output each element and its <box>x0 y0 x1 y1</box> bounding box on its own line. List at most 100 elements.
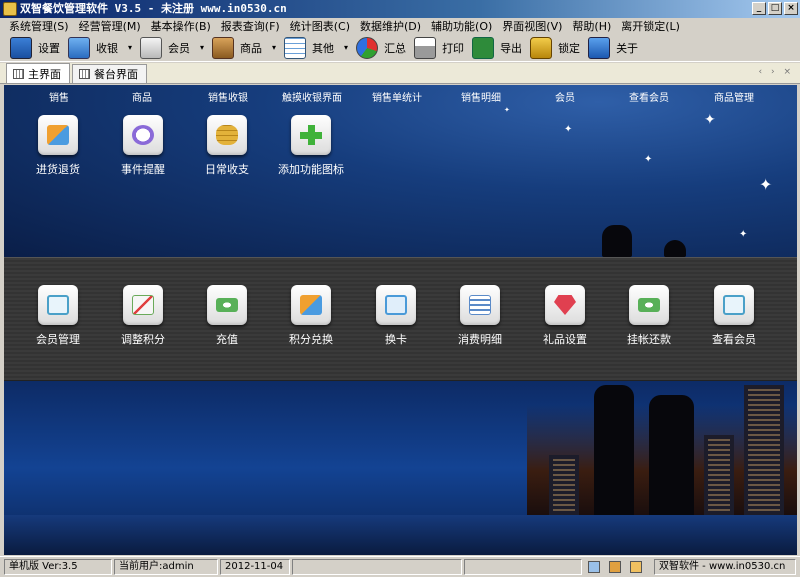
chart-icon <box>132 295 154 315</box>
chevron-down-icon[interactable]: ▾ <box>344 43 348 52</box>
launcher-label: 消费明细 <box>458 333 502 346</box>
launcher-button[interactable] <box>460 285 500 325</box>
launcher-event-reminder[interactable]: 事件提醒 <box>98 115 188 177</box>
quick-link-sales[interactable]: 销售 <box>49 89 69 104</box>
launcher-consumption-detail[interactable]: 消费明细 <box>435 285 525 347</box>
menu-reports[interactable]: 报表查询(F) <box>216 18 285 34</box>
star-decoration: ✦ <box>644 154 653 165</box>
boxes-icon <box>47 125 69 145</box>
app-icon <box>3 2 17 16</box>
launcher-adjust-points[interactable]: 调整积分 <box>98 285 188 347</box>
money-icon <box>638 298 660 312</box>
quick-link-member[interactable]: 会员 <box>555 89 575 104</box>
launcher-button[interactable] <box>376 285 416 325</box>
launcher-button[interactable] <box>207 115 247 155</box>
status-brand: 双智软件 - www.in0530.cn <box>654 559 796 575</box>
launcher-button[interactable] <box>291 115 331 155</box>
launcher-daily-income-expense[interactable]: 日常收支 <box>182 115 272 177</box>
quick-link-sales-cashier[interactable]: 销售收银 <box>208 89 248 104</box>
window-title: 双智餐饮管理软件 V3.5 - 未注册 www.in0530.cn <box>20 2 287 15</box>
status-user: 当前用户:admin <box>114 559 218 575</box>
launcher-button[interactable] <box>714 285 754 325</box>
goods-button[interactable]: 商品 ▾ <box>208 35 280 61</box>
launcher-purchase-return[interactable]: 进货退货 <box>13 115 103 177</box>
star-decoration: ✦ <box>739 229 748 240</box>
quick-link-touch-cashier[interactable]: 触摸收银界面 <box>282 89 342 104</box>
status-edition: 单机版 Ver:3.5 <box>4 559 112 575</box>
export-button[interactable]: 导出 <box>468 35 526 61</box>
launcher-change-card[interactable]: 换卡 <box>351 285 441 347</box>
launcher-label: 调整积分 <box>121 333 165 346</box>
id-card-icon <box>385 295 407 315</box>
lock-button[interactable]: 锁定 <box>526 35 584 61</box>
picture-icon[interactable] <box>588 561 600 573</box>
silhouette-decoration <box>602 225 632 257</box>
menu-system[interactable]: 系统管理(S) <box>4 18 74 34</box>
launcher-button[interactable] <box>38 285 78 325</box>
member-card-icon <box>47 295 69 315</box>
launcher-button[interactable] <box>207 285 247 325</box>
menu-help[interactable]: 帮助(H) <box>567 18 616 34</box>
summary-button[interactable]: 汇总 <box>352 35 410 61</box>
menu-tools[interactable]: 辅助功能(O) <box>426 18 497 34</box>
toolbar: 设置 收银 ▾ 会员 ▾ 商品 ▾ 其他 ▾ 汇总 打印 导出 锁定 关于 <box>0 34 800 62</box>
settings-button[interactable]: 设置 <box>6 35 64 61</box>
launcher-button[interactable] <box>123 285 163 325</box>
menu-operations[interactable]: 经营管理(M) <box>74 18 146 34</box>
printer-icon <box>414 36 437 59</box>
tab-main[interactable]: 主界面 <box>6 63 70 83</box>
menu-data[interactable]: 数据维护(D) <box>355 18 426 34</box>
member-label: 会员 <box>168 41 191 55</box>
menu-view[interactable]: 界面视图(V) <box>497 18 567 34</box>
launcher-button[interactable] <box>629 285 669 325</box>
quick-link-sales-detail[interactable]: 销售明细 <box>461 89 501 104</box>
silhouette-decoration <box>664 240 686 257</box>
export-label: 导出 <box>500 41 523 55</box>
close-button[interactable]: × <box>784 2 798 15</box>
launcher-button[interactable] <box>123 115 163 155</box>
launcher-label: 积分兑换 <box>289 333 333 346</box>
quick-link-goods[interactable]: 商品 <box>132 89 152 104</box>
users-icon[interactable] <box>609 561 621 573</box>
main-panel: ✦ ✦ ✦ ✦ ✦ ✦ 销售 商品 销售收银 触摸收银界面 销售单统计 销售明细… <box>4 85 797 555</box>
other-button[interactable]: 其他 ▾ <box>280 35 352 61</box>
launcher-gift-settings[interactable]: 礼品设置 <box>520 285 610 347</box>
grid-icon <box>79 69 90 79</box>
menu-lock[interactable]: 离开锁定(L) <box>616 18 685 34</box>
building-decoration <box>704 435 734 515</box>
launcher-button[interactable] <box>291 285 331 325</box>
quick-link-sales-stats[interactable]: 销售单统计 <box>372 89 422 104</box>
maximize-button[interactable]: □ <box>768 2 782 15</box>
tab-tables[interactable]: 餐台界面 <box>72 64 147 83</box>
launcher-member-manage[interactable]: 会员管理 <box>13 285 103 347</box>
chevron-down-icon[interactable]: ▾ <box>200 43 204 52</box>
register-icon <box>68 36 90 59</box>
menu-charts[interactable]: 统计图表(C) <box>285 18 355 34</box>
about-button[interactable]: 关于 <box>584 35 642 61</box>
print-button[interactable]: 打印 <box>410 35 468 61</box>
about-label: 关于 <box>616 41 639 55</box>
launcher-button[interactable] <box>545 285 585 325</box>
launcher-credit-repayment[interactable]: 挂帐还款 <box>604 285 694 347</box>
menu-basic[interactable]: 基本操作(B) <box>146 18 216 34</box>
launcher-points-exchange[interactable]: 积分兑换 <box>266 285 356 347</box>
cashier-button[interactable]: 收银 ▾ <box>64 35 136 61</box>
launcher-button[interactable] <box>38 115 78 155</box>
status-bar: 单机版 Ver:3.5 当前用户:admin 2012-11-04 双智软件 -… <box>0 556 800 577</box>
chevron-down-icon[interactable]: ▾ <box>272 43 276 52</box>
member-button[interactable]: 会员 ▾ <box>136 35 208 61</box>
settings-label: 设置 <box>38 41 60 55</box>
launcher-add-function[interactable]: 添加功能图标 <box>266 115 356 177</box>
lock-label: 锁定 <box>558 41 581 55</box>
minimize-button[interactable]: _ <box>752 2 766 15</box>
quick-link-view-member[interactable]: 查看会员 <box>629 89 669 104</box>
tab-nav-arrows[interactable]: ‹ › × <box>759 67 794 77</box>
lock-icon <box>530 36 553 59</box>
quick-link-goods-manage[interactable]: 商品管理 <box>714 89 754 104</box>
cashier-label: 收银 <box>96 41 118 55</box>
launcher-label: 进货退货 <box>36 163 80 176</box>
launcher-view-member[interactable]: 查看会员 <box>689 285 779 347</box>
folder-icon[interactable] <box>630 561 642 573</box>
chevron-down-icon[interactable]: ▾ <box>128 43 132 52</box>
launcher-recharge[interactable]: 充值 <box>182 285 272 347</box>
